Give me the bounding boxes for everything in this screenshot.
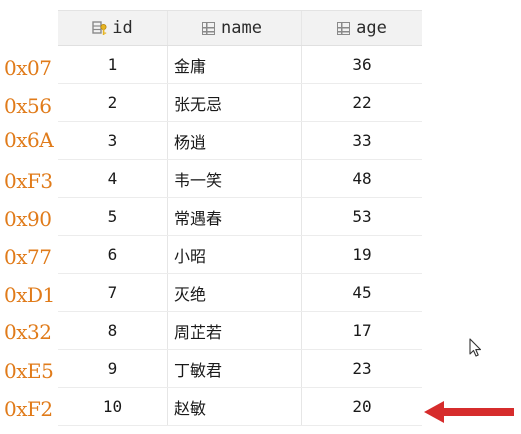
address-label: 0x77 xyxy=(4,245,52,269)
table-row[interactable]: 4 韦一笑 48 xyxy=(58,160,422,198)
id-cell[interactable]: 4 xyxy=(58,160,168,197)
age-cell[interactable]: 19 xyxy=(302,236,422,273)
column-header-label: name xyxy=(221,18,262,38)
id-cell[interactable]: 9 xyxy=(58,350,168,387)
table-row[interactable]: 2 张无忌 22 xyxy=(58,84,422,122)
address-label: 0x07 xyxy=(4,56,52,80)
name-cell[interactable]: 丁敏君 xyxy=(168,350,302,387)
id-cell[interactable]: 1 xyxy=(58,46,168,83)
column-header-label: age xyxy=(356,18,387,38)
id-cell[interactable]: 7 xyxy=(58,274,168,311)
age-cell[interactable]: 53 xyxy=(302,198,422,235)
age-cell[interactable]: 45 xyxy=(302,274,422,311)
id-cell[interactable]: 3 xyxy=(58,122,168,159)
address-label: 0x6A xyxy=(4,128,54,152)
name-cell[interactable]: 韦一笑 xyxy=(168,160,302,197)
table-row[interactable]: 7 灭绝 45 xyxy=(58,274,422,312)
address-label: 0xF3 xyxy=(4,169,53,193)
red-arrow-icon xyxy=(424,400,516,428)
result-grid: id name age 1 金庸 36 2 张无忌 22 3 杨逍 33 4 韦… xyxy=(58,10,422,426)
column-icon xyxy=(202,21,215,35)
column-header-id[interactable]: id xyxy=(58,11,168,45)
name-cell[interactable]: 小昭 xyxy=(168,236,302,273)
mouse-pointer-icon xyxy=(469,338,483,362)
primary-key-column-icon xyxy=(92,21,107,35)
name-cell[interactable]: 周芷若 xyxy=(168,312,302,349)
age-cell[interactable]: 22 xyxy=(302,84,422,121)
column-header-age[interactable]: age xyxy=(302,11,422,45)
table-row[interactable]: 3 杨逍 33 xyxy=(58,122,422,160)
address-label: 0x32 xyxy=(4,320,52,344)
age-cell[interactable]: 48 xyxy=(302,160,422,197)
table-row[interactable]: 10 赵敏 20 xyxy=(58,388,422,426)
id-cell[interactable]: 2 xyxy=(58,84,168,121)
table-row[interactable]: 9 丁敏君 23 xyxy=(58,350,422,388)
id-cell[interactable]: 10 xyxy=(58,388,168,425)
column-header-name[interactable]: name xyxy=(168,11,302,45)
age-cell[interactable]: 17 xyxy=(302,312,422,349)
age-cell[interactable]: 33 xyxy=(302,122,422,159)
address-label: 0x56 xyxy=(4,94,52,118)
name-cell[interactable]: 张无忌 xyxy=(168,84,302,121)
table-row[interactable]: 8 周芷若 17 xyxy=(58,312,422,350)
age-cell[interactable]: 23 xyxy=(302,350,422,387)
table-row[interactable]: 6 小昭 19 xyxy=(58,236,422,274)
address-label: 0xE5 xyxy=(4,359,54,383)
address-label: 0x90 xyxy=(4,207,52,231)
name-cell[interactable]: 赵敏 xyxy=(168,388,302,425)
address-label: 0xD1 xyxy=(4,283,55,307)
name-cell[interactable]: 杨逍 xyxy=(168,122,302,159)
table-row[interactable]: 1 金庸 36 xyxy=(58,46,422,84)
name-cell[interactable]: 金庸 xyxy=(168,46,302,83)
address-label: 0xF2 xyxy=(4,397,53,421)
age-cell[interactable]: 20 xyxy=(302,388,422,425)
memory-address-annotations: 0x07 0x56 0x6A 0xF3 0x90 0x77 0xD1 0x32 … xyxy=(0,0,58,434)
id-cell[interactable]: 8 xyxy=(58,312,168,349)
id-cell[interactable]: 6 xyxy=(58,236,168,273)
name-cell[interactable]: 常遇春 xyxy=(168,198,302,235)
column-header-label: id xyxy=(112,18,133,38)
name-cell[interactable]: 灭绝 xyxy=(168,274,302,311)
column-icon xyxy=(337,21,351,35)
table-row[interactable]: 5 常遇春 53 xyxy=(58,198,422,236)
age-cell[interactable]: 36 xyxy=(302,46,422,83)
grid-header-row: id name age xyxy=(58,11,422,46)
id-cell[interactable]: 5 xyxy=(58,198,168,235)
